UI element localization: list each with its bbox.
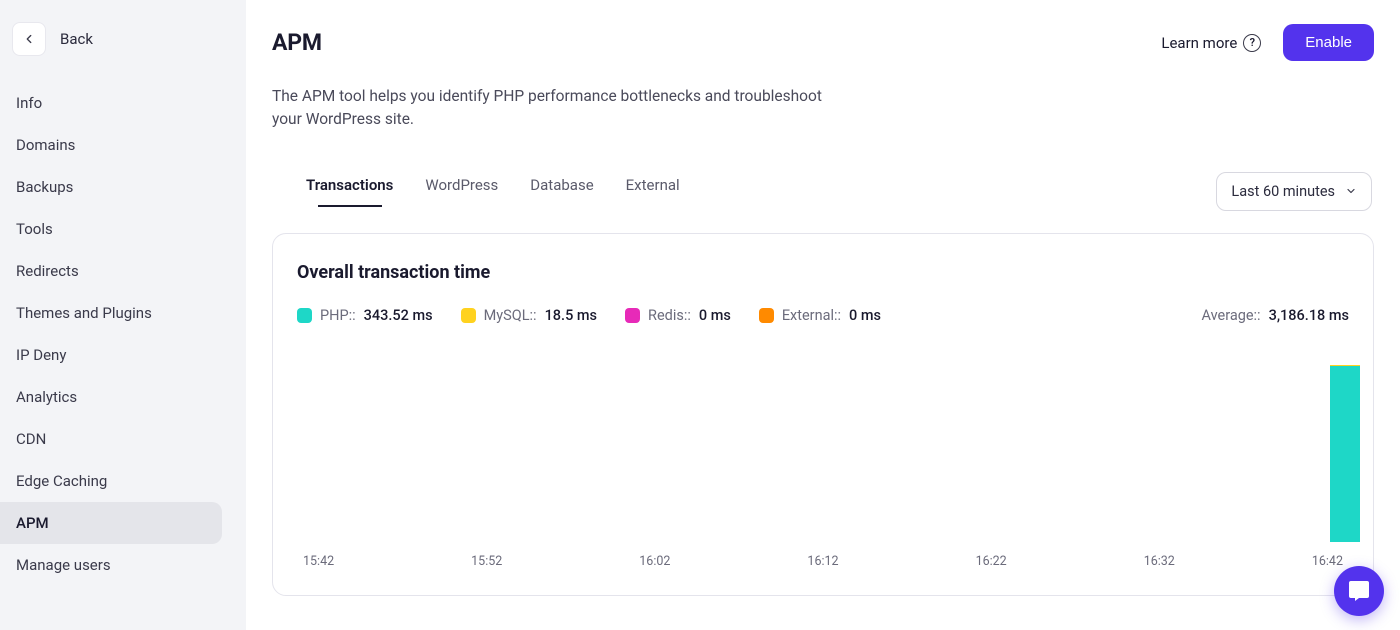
x-axis: 15:42 15:52 16:02 16:12 16:22 16:32 16:42: [297, 550, 1349, 569]
nav: InfoDomainsBackupsToolsRedirectsThemes a…: [0, 74, 246, 594]
sidebar-item-manage-users[interactable]: Manage users: [0, 544, 246, 586]
x-tick: 16:22: [976, 554, 1007, 569]
legend-row: PHP::343.52 msMySQL::18.5 msRedis::0 msE…: [297, 307, 1349, 324]
back-button[interactable]: [12, 22, 46, 56]
tab-wordpress[interactable]: WordPress: [425, 176, 498, 206]
tab-external[interactable]: External: [626, 176, 680, 206]
chat-icon: [1347, 579, 1371, 603]
sidebar-item-themes-and-plugins[interactable]: Themes and Plugins: [0, 292, 246, 334]
description: The APM tool helps you identify PHP perf…: [272, 85, 852, 132]
main: APM Learn more ? Enable The APM tool hel…: [246, 0, 1400, 630]
sidebar-item-cdn[interactable]: CDN: [0, 418, 246, 460]
bar-segment: [1330, 366, 1360, 542]
bar: [1330, 365, 1360, 542]
x-tick: 15:52: [471, 554, 502, 569]
header-actions: Learn more ? Enable: [1161, 24, 1374, 61]
x-tick: 16:32: [1144, 554, 1175, 569]
legend-value: 0 ms: [699, 307, 731, 324]
sidebar-item-apm[interactable]: APM: [0, 502, 222, 544]
chat-fab[interactable]: [1334, 566, 1384, 616]
tab-transactions[interactable]: Transactions: [306, 176, 393, 206]
legend-swatch: [297, 308, 312, 323]
legend-label: External::: [782, 307, 841, 324]
x-tick: 16:12: [807, 554, 838, 569]
x-tick: 15:42: [303, 554, 334, 569]
tab-database[interactable]: Database: [530, 176, 593, 206]
sidebar-item-redirects[interactable]: Redirects: [0, 250, 246, 292]
legend-value: 18.5 ms: [545, 307, 597, 324]
back-label: Back: [60, 30, 93, 48]
chart-area: [301, 342, 1345, 542]
transaction-time-card: Overall transaction time PHP::343.52 ms M…: [272, 233, 1374, 596]
page-title: APM: [272, 29, 322, 56]
tabs: Transactions WordPress Database External: [274, 176, 680, 206]
sidebar-item-edge-caching[interactable]: Edge Caching: [0, 460, 246, 502]
legend-item: External::0 ms: [759, 307, 881, 324]
tabs-row: Transactions WordPress Database External La…: [272, 172, 1374, 211]
legend-value: 0 ms: [849, 307, 881, 324]
legend-swatch: [759, 308, 774, 323]
header: APM Learn more ? Enable: [272, 24, 1374, 61]
enable-button[interactable]: Enable: [1283, 24, 1374, 61]
legend-item: PHP::343.52 ms: [297, 307, 433, 324]
learn-more-label: Learn more: [1161, 34, 1237, 52]
sidebar-item-domains[interactable]: Domains: [0, 124, 246, 166]
average-label: Average::: [1201, 307, 1260, 324]
time-range-label: Last 60 minutes: [1231, 183, 1335, 200]
arrow-left-icon: [22, 32, 36, 46]
legend-item: MySQL::18.5 ms: [461, 307, 597, 324]
time-range-select[interactable]: Last 60 minutes: [1216, 172, 1372, 211]
legend-label: PHP::: [320, 307, 356, 324]
legend-average: Average::3,186.18 ms: [1201, 307, 1349, 324]
back-row: Back: [0, 22, 246, 74]
sidebar-item-backups[interactable]: Backups: [0, 166, 246, 208]
sidebar-item-analytics[interactable]: Analytics: [0, 376, 246, 418]
help-icon: ?: [1243, 34, 1261, 52]
legend-swatch: [625, 308, 640, 323]
sidebar-item-info[interactable]: Info: [0, 82, 246, 124]
card-title: Overall transaction time: [297, 262, 1349, 283]
sidebar-item-ip-deny[interactable]: IP Deny: [0, 334, 246, 376]
x-tick: 16:42: [1312, 554, 1343, 569]
average-value: 3,186.18 ms: [1269, 307, 1349, 324]
legend-label: MySQL::: [484, 307, 537, 324]
legend-item: Redis::0 ms: [625, 307, 731, 324]
learn-more-link[interactable]: Learn more ?: [1161, 34, 1261, 52]
legend-label: Redis::: [648, 307, 691, 324]
legend-value: 343.52 ms: [364, 307, 433, 324]
legend-swatch: [461, 308, 476, 323]
sidebar-item-tools[interactable]: Tools: [0, 208, 246, 250]
chevron-down-icon: [1345, 185, 1357, 197]
x-tick: 16:02: [639, 554, 670, 569]
sidebar: Back InfoDomainsBackupsToolsRedirectsThe…: [0, 0, 246, 630]
